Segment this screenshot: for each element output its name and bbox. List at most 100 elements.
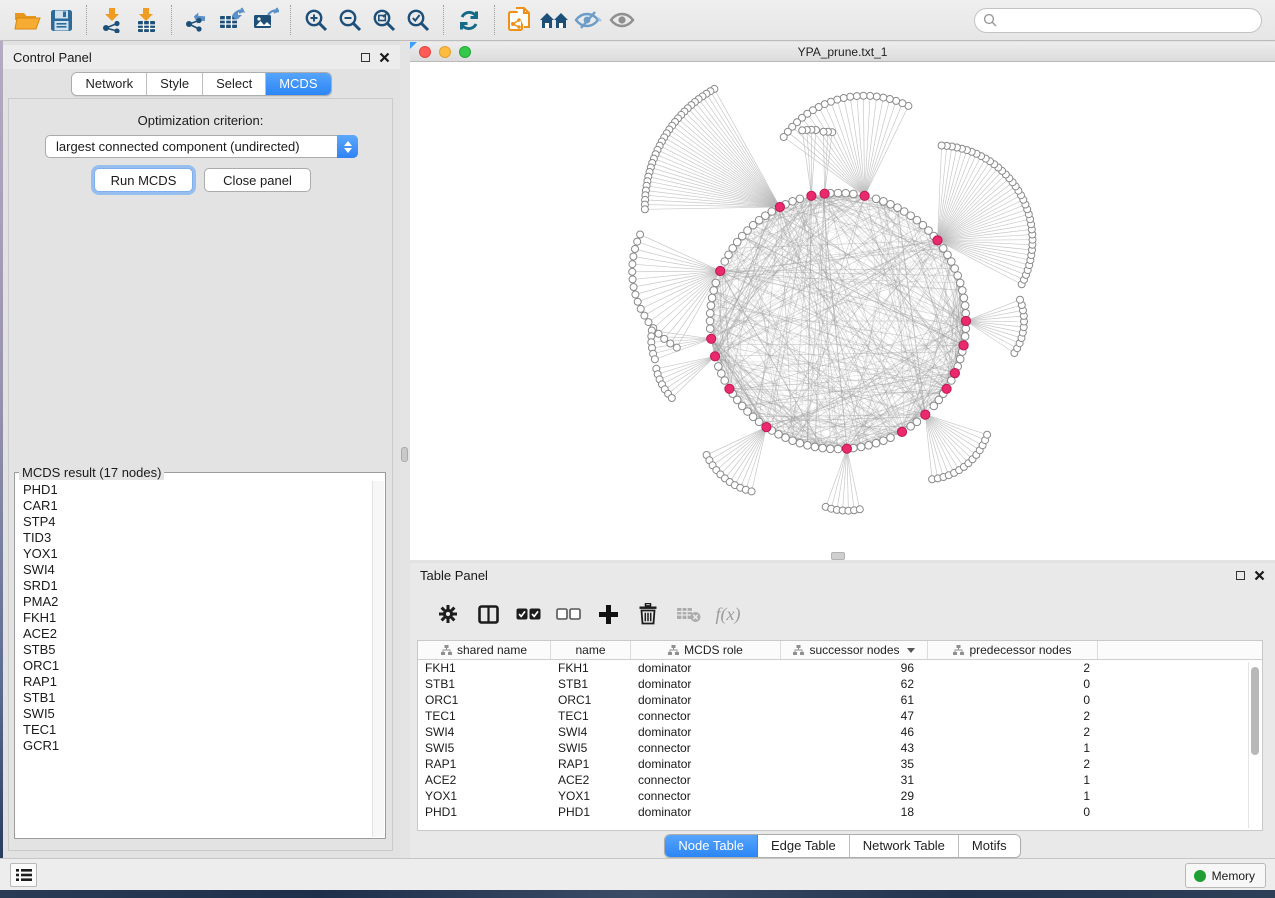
table-row[interactable]: PHD1PHD1dominator180 [418, 804, 1262, 820]
table-row[interactable]: ACE2ACE2connector311 [418, 772, 1262, 788]
graph-node[interactable] [655, 330, 662, 337]
graph-node[interactable] [707, 302, 715, 310]
search-input[interactable] [1003, 13, 1253, 27]
table-row[interactable]: SWI4SWI4dominator462 [418, 724, 1262, 740]
mcds-result-item[interactable]: FKH1 [16, 610, 371, 626]
graph-node[interactable] [834, 189, 842, 197]
mcds-result-item[interactable]: YOX1 [16, 546, 371, 562]
graph-hub-node[interactable] [762, 423, 771, 432]
first-neighbors-icon[interactable] [537, 4, 571, 36]
graph-node[interactable] [637, 305, 644, 312]
graph-node[interactable] [887, 201, 895, 209]
zoom-selected-icon[interactable] [401, 4, 435, 36]
mcds-result-item[interactable]: PHD1 [16, 482, 371, 498]
graph-node[interactable] [667, 340, 674, 347]
graph-node[interactable] [960, 294, 968, 302]
graph-node[interactable] [718, 370, 726, 378]
zoom-fit-icon[interactable] [367, 4, 401, 36]
graph-node[interactable] [641, 312, 648, 319]
graph-node[interactable] [857, 443, 865, 451]
graph-node[interactable] [880, 198, 888, 206]
optimization-criterion-select[interactable]: largest connected component (undirected) [45, 135, 358, 158]
delete-column-icon[interactable] [628, 597, 668, 631]
mcds-result-item[interactable]: RAP1 [16, 674, 371, 690]
graph-hub-node[interactable] [961, 316, 970, 325]
apply-function-icon[interactable]: f(x) [708, 597, 748, 631]
table-tab-node-table[interactable]: Node Table [665, 835, 758, 857]
column-header-shared-name[interactable]: shared name [418, 641, 551, 659]
export-image-icon[interactable] [248, 4, 282, 36]
graph-node[interactable] [721, 377, 729, 385]
graph-node[interactable] [865, 442, 873, 450]
table-row[interactable]: SWI5SWI5connector431 [418, 740, 1262, 756]
graph-hub-node[interactable] [897, 427, 906, 436]
graph-node[interactable] [630, 284, 637, 291]
mcds-result-item[interactable]: TEC1 [16, 722, 371, 738]
mcds-result-item[interactable]: STB5 [16, 642, 371, 658]
show-hidden-icon[interactable] [605, 4, 639, 36]
graph-node[interactable] [954, 272, 962, 280]
memory-button[interactable]: Memory [1185, 863, 1266, 888]
graph-node[interactable] [880, 94, 887, 101]
graph-hub-node[interactable] [716, 266, 725, 275]
close-table-panel-icon[interactable] [1254, 570, 1265, 581]
graph-node[interactable] [948, 258, 956, 266]
graph-node[interactable] [820, 128, 827, 135]
graph-hub-node[interactable] [959, 341, 968, 350]
export-network-icon[interactable] [180, 4, 214, 36]
refresh-layout-icon[interactable] [452, 4, 486, 36]
graph-node[interactable] [712, 279, 720, 287]
search-box[interactable] [974, 8, 1262, 33]
clone-network-icon[interactable] [503, 4, 537, 36]
graph-node[interactable] [872, 439, 880, 447]
graph-node[interactable] [850, 190, 858, 198]
graph-hub-node[interactable] [820, 189, 829, 198]
graph-node[interactable] [938, 142, 945, 149]
window-maximize-icon[interactable] [459, 46, 471, 58]
graph-hub-node[interactable] [842, 444, 851, 453]
graph-node[interactable] [847, 93, 854, 100]
graph-hub-node[interactable] [933, 236, 942, 245]
table-row[interactable]: ORC1ORC1dominator610 [418, 692, 1262, 708]
graph-node[interactable] [715, 363, 723, 371]
save-session-icon[interactable] [44, 4, 78, 36]
open-session-icon[interactable] [10, 4, 44, 36]
splitter-handle[interactable] [401, 447, 408, 462]
export-table-icon[interactable] [214, 4, 248, 36]
graph-node[interactable] [867, 92, 874, 99]
float-table-panel-icon[interactable] [1236, 571, 1245, 580]
window-close-icon[interactable] [419, 46, 431, 58]
graph-node[interactable] [629, 276, 636, 283]
graph-node[interactable] [748, 488, 755, 495]
graph-node[interactable] [641, 206, 648, 213]
graph-node[interactable] [651, 356, 658, 363]
tab-select[interactable]: Select [203, 73, 266, 95]
graph-node[interactable] [634, 238, 641, 245]
zoom-in-icon[interactable] [299, 4, 333, 36]
graph-node[interactable] [804, 442, 812, 450]
close-panel-button[interactable]: Close panel [204, 168, 311, 192]
graph-node[interactable] [959, 287, 967, 295]
graph-node[interactable] [907, 423, 915, 431]
graph-node[interactable] [645, 319, 652, 326]
graph-node[interactable] [706, 310, 714, 318]
graph-hub-node[interactable] [942, 384, 951, 393]
graph-node[interactable] [956, 279, 964, 287]
graph-node[interactable] [629, 261, 636, 268]
graph-node[interactable] [673, 344, 680, 351]
graph-node[interactable] [710, 287, 718, 295]
close-panel-icon[interactable] [379, 52, 390, 63]
network-window-titlebar[interactable]: YPA_prune.txt_1 [410, 42, 1275, 62]
table-tab-motifs[interactable]: Motifs [959, 835, 1020, 857]
table-scrollbar[interactable] [1248, 662, 1260, 828]
graph-node[interactable] [780, 134, 787, 141]
mcds-result-item[interactable]: STB1 [16, 690, 371, 706]
mcds-result-item[interactable]: STP4 [16, 514, 371, 530]
graph-node[interactable] [984, 431, 991, 438]
graph-hub-node[interactable] [707, 334, 716, 343]
graph-node[interactable] [768, 208, 776, 216]
graph-node[interactable] [706, 317, 714, 325]
mcds-result-list[interactable]: PHD1CAR1STP4TID3YOX1SWI4SRD1PMA2FKH1ACE2… [16, 482, 371, 837]
mcds-result-item[interactable]: SWI5 [16, 706, 371, 722]
column-header-name[interactable]: name [551, 641, 631, 659]
